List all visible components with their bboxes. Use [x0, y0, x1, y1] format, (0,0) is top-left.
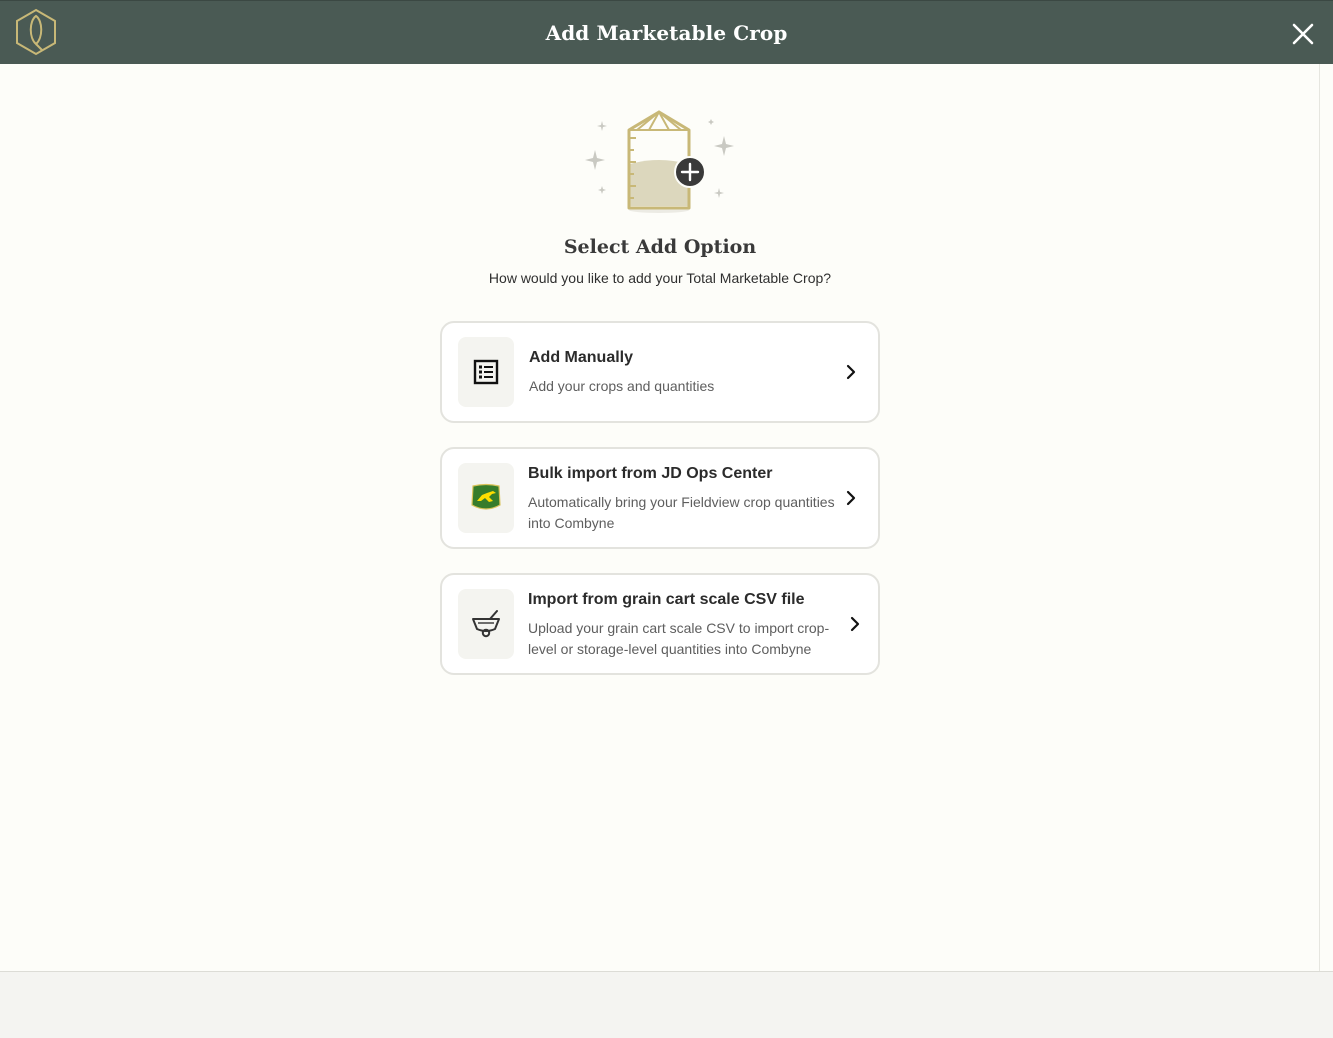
modal-footer [0, 971, 1333, 1038]
modal-title: Add Marketable Crop [545, 21, 788, 45]
chevron-right-icon [846, 364, 856, 380]
grain-cart-scale-icon [458, 589, 514, 659]
john-deere-logo-icon [458, 463, 514, 533]
option-title: Import from grain cart scale CSV file [528, 591, 805, 608]
option-title: Add Manually [529, 349, 634, 366]
grain-cart-csv-import-option[interactable]: Import from grain cart scale CSV file Up… [440, 573, 880, 675]
jd-ops-center-import-option[interactable]: Bulk import from JD Ops Center Automatic… [440, 447, 880, 549]
add-manually-option[interactable]: Add Manually Add your crops and quantiti… [440, 321, 880, 423]
option-description: Upload your grain cart scale CSV to impo… [528, 620, 830, 657]
close-icon[interactable] [1290, 21, 1316, 47]
chevron-right-icon [846, 490, 856, 506]
modal-header: Add Marketable Crop [0, 0, 1333, 64]
option-title: Bulk import from JD Ops Center [528, 465, 773, 482]
option-description: Automatically bring your Fieldview crop … [528, 494, 835, 531]
section-subtitle: How would you like to add your Total Mar… [488, 270, 832, 286]
modal-body: Select Add Option How would you like to … [0, 64, 1320, 971]
option-description: Add your crops and quantities [529, 378, 715, 394]
chevron-right-icon [850, 616, 860, 632]
section-title: Select Add Option [563, 236, 757, 258]
grain-bin-plus-icon [585, 109, 734, 213]
list-icon [458, 337, 514, 407]
